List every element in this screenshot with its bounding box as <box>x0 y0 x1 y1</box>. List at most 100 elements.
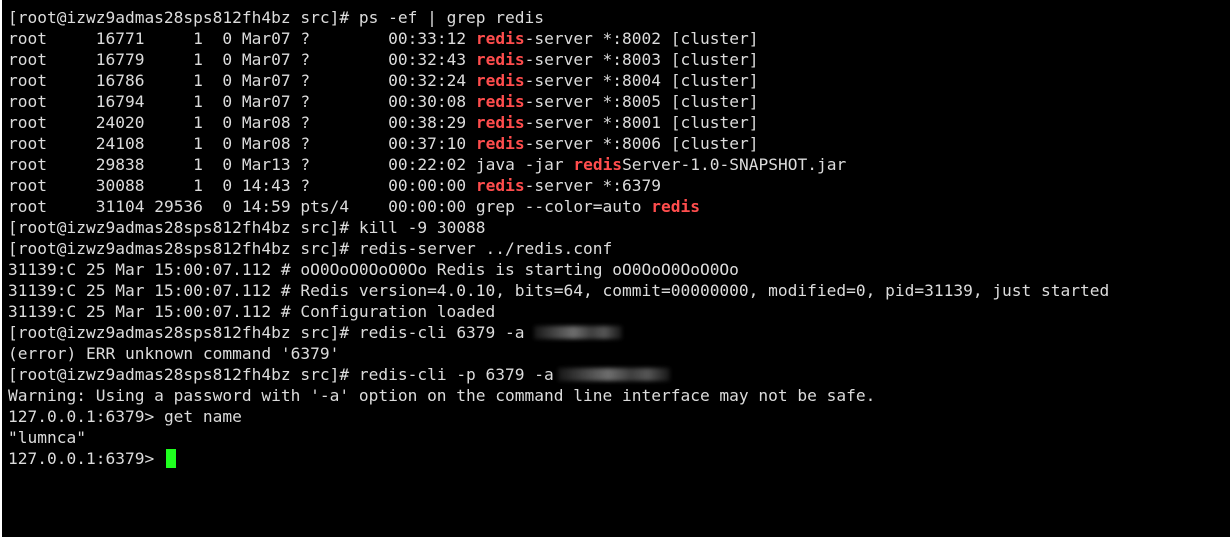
process-start: Mar07 <box>232 29 291 48</box>
process-command: -server *:8006 [cluster] <box>524 134 759 153</box>
process-pid: 16786 <box>95 71 145 90</box>
process-command: -server *:8005 [cluster] <box>524 92 759 111</box>
process-tty: ? <box>290 176 389 195</box>
process-pid: 16779 <box>95 50 145 69</box>
shell-prompt: [root@izwz9admas28sps812fh4bz src]# <box>8 239 350 258</box>
terminal-line: 127.0.0.1:6379> get name <box>8 406 1230 427</box>
process-start: Mar08 <box>232 134 291 153</box>
process-tty: ? <box>290 71 389 90</box>
process-pid: 31104 <box>95 197 145 216</box>
terminal-window[interactable]: [root@izwz9admas28sps812fh4bz src]# ps -… <box>2 0 1230 537</box>
process-ppid: 1 <box>144 176 203 195</box>
process-user: root <box>8 155 96 174</box>
process-command: -server *:8002 [cluster] <box>524 29 759 48</box>
terminal-line: [root@izwz9admas28sps812fh4bz src]# redi… <box>8 364 1230 385</box>
terminal-line: [root@izwz9admas28sps812fh4bz src]# redi… <box>8 238 1230 259</box>
terminal-line: [root@izwz9admas28sps812fh4bz src]# ps -… <box>8 7 1230 28</box>
process-pid: 16771 <box>95 29 145 48</box>
command-text: kill -9 30088 <box>358 218 486 237</box>
process-ppid: 1 <box>144 134 203 153</box>
process-user: root <box>8 92 96 111</box>
process-cpu: 0 <box>202 134 233 153</box>
process-row: root 16786 1 0 Mar07 ? 00:32:24 redis-se… <box>8 70 1230 91</box>
process-user: root <box>8 29 96 48</box>
process-user: root <box>8 176 96 195</box>
process-cpu: 0 <box>202 197 233 216</box>
process-time: 00:32:24 <box>388 71 476 90</box>
process-command: -server *:8001 [cluster] <box>524 113 759 132</box>
error-line: (error) ERR unknown command '6379' <box>8 344 340 363</box>
process-start: 14:59 <box>232 197 291 216</box>
grep-match: redis <box>475 50 525 69</box>
terminal-line: [root@izwz9admas28sps812fh4bz src]# kill… <box>8 217 1230 238</box>
process-row: root 29838 1 0 Mar13 ? 00:22:02 java -ja… <box>8 154 1230 175</box>
grep-match: redis <box>475 176 525 195</box>
command-text: redis-cli -p 6379 -a <box>358 365 554 384</box>
process-row: root 16779 1 0 Mar07 ? 00:32:43 redis-se… <box>8 49 1230 70</box>
grep-match: redis <box>475 71 525 90</box>
grep-match: redis <box>475 113 525 132</box>
cli-prompt: 127.0.0.1:6379> <box>8 407 155 426</box>
process-time: 00:37:10 <box>388 134 476 153</box>
process-tty: ? <box>290 155 389 174</box>
shell-prompt: [root@izwz9admas28sps812fh4bz src]# <box>8 8 350 27</box>
process-time: 00:33:12 <box>388 29 476 48</box>
process-start: Mar07 <box>232 71 291 90</box>
process-row: root 24108 1 0 Mar08 ? 00:37:10 redis-se… <box>8 133 1230 154</box>
process-user: root <box>8 134 96 153</box>
process-pid: 16794 <box>95 92 145 111</box>
process-user: root <box>8 50 96 69</box>
log-line: 31139:C 25 Mar 15:00:07.112 # Redis vers… <box>8 281 1110 300</box>
shell-prompt: [root@izwz9admas28sps812fh4bz src]# <box>8 365 350 384</box>
process-cpu: 0 <box>202 92 233 111</box>
grep-match: redis <box>651 197 701 216</box>
command-text: get name <box>163 407 242 426</box>
command-text: redis-server ../redis.conf <box>358 239 613 258</box>
process-ppid: 1 <box>144 92 203 111</box>
process-tty: ? <box>290 50 389 69</box>
cli-prompt: 127.0.0.1:6379> <box>8 449 155 468</box>
process-cpu: 0 <box>202 113 233 132</box>
process-cpu: 0 <box>202 29 233 48</box>
process-row: root 16771 1 0 Mar07 ? 00:33:12 redis-se… <box>8 28 1230 49</box>
process-cpu: 0 <box>202 71 233 90</box>
process-ppid: 1 <box>144 50 203 69</box>
process-ppid: 1 <box>144 71 203 90</box>
process-tty: ? <box>290 134 389 153</box>
process-time: 00:00:00 <box>388 197 476 216</box>
process-start: Mar07 <box>232 50 291 69</box>
process-pid: 24108 <box>95 134 145 153</box>
process-user: root <box>8 71 96 90</box>
shell-prompt: [root@izwz9admas28sps812fh4bz src]# <box>8 323 350 342</box>
log-line: 31139:C 25 Mar 15:00:07.112 # oO0OoO0OoO… <box>8 260 739 279</box>
process-time: 00:22:02 <box>388 155 476 174</box>
terminal-cursor[interactable] <box>165 449 176 468</box>
process-time: 00:30:08 <box>388 92 476 111</box>
process-start: Mar13 <box>232 155 291 174</box>
process-ppid: 29536 <box>144 197 203 216</box>
grep-match: redis <box>475 92 525 111</box>
process-time: 00:00:00 <box>388 176 476 195</box>
process-row: root 31104 29536 0 14:59 pts/4 00:00:00 … <box>8 196 1230 217</box>
process-time: 00:32:43 <box>388 50 476 69</box>
process-command-prefix: java -jar <box>475 155 574 174</box>
log-line: 31139:C 25 Mar 15:00:07.112 # Configurat… <box>8 302 496 321</box>
process-ppid: 1 <box>144 29 203 48</box>
command-text: ps -ef | grep redis <box>358 8 545 27</box>
process-ppid: 1 <box>144 155 203 174</box>
terminal-input-line[interactable]: 127.0.0.1:6379> <box>8 448 1230 469</box>
command-output: "lumnca" <box>8 428 86 447</box>
process-tty: ? <box>290 29 389 48</box>
process-row: root 30088 1 0 14:43 ? 00:00:00 redis-se… <box>8 175 1230 196</box>
grep-match: redis <box>475 29 525 48</box>
process-row: root 24020 1 0 Mar08 ? 00:38:29 redis-se… <box>8 112 1230 133</box>
command-text: redis-cli 6379 -a <box>358 323 525 342</box>
process-time: 00:38:29 <box>388 113 476 132</box>
process-pid: 24020 <box>95 113 145 132</box>
process-cpu: 0 <box>202 176 233 195</box>
redacted-password <box>557 368 670 381</box>
process-command: -server *:8003 [cluster] <box>524 50 759 69</box>
process-command: -server *:8004 [cluster] <box>524 71 759 90</box>
shell-prompt: [root@izwz9admas28sps812fh4bz src]# <box>8 218 350 237</box>
grep-match: redis <box>573 155 623 174</box>
